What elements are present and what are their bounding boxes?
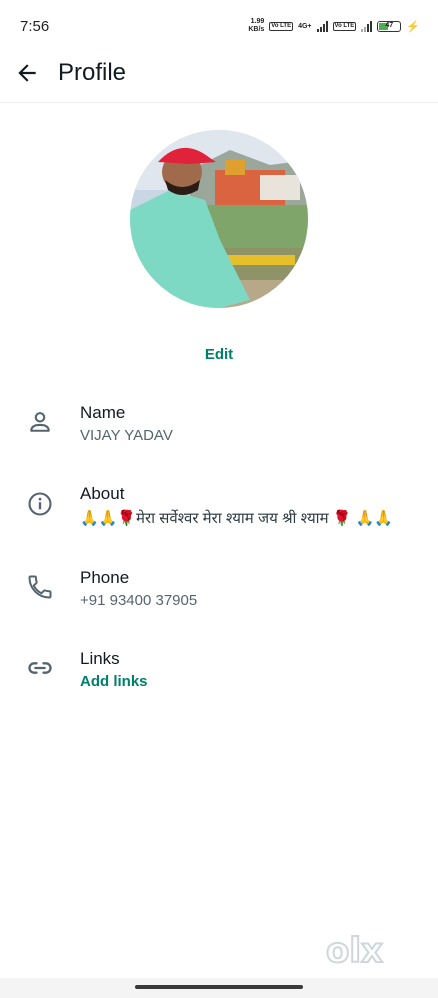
system-nav-bar (0, 978, 438, 998)
links-label: Links (80, 649, 120, 668)
status-bar: 7:56 1.99 KB/s Vo LTE 4G+ Vo LTE 47 ⚡ (0, 0, 438, 50)
name-label: Name (80, 403, 126, 422)
name-value: VIJAY YADAV (80, 427, 173, 444)
about-value: 🙏🙏🌹मेरा सर्वेश्वर मेरा श्याम जय श्री श्य… (80, 510, 393, 527)
about-row[interactable]: About 🙏🙏🌹मेरा सर्वेश्वर मेरा श्याम जय श्… (0, 476, 438, 538)
phone-row[interactable]: Phone +91 93400 37905 (0, 560, 438, 622)
status-time: 7:56 (20, 18, 50, 35)
status-icons: 1.99 KB/s Vo LTE 4G+ Vo LTE 47 ⚡ (248, 18, 420, 34)
home-gesture-handle[interactable] (135, 985, 303, 989)
battery-icon: 47 (377, 20, 402, 32)
signal-icon (316, 20, 328, 32)
phone-label: Phone (80, 568, 130, 587)
signal-icon-2 (361, 20, 373, 32)
volte-badge-2: Vo LTE (332, 21, 357, 31)
add-links-button[interactable]: Add links (80, 673, 148, 690)
person-icon (30, 412, 50, 432)
network-speed: 1.99 KB/s (248, 18, 265, 33)
phone-value: +91 93400 37905 (80, 592, 198, 609)
profile-photo[interactable] (130, 130, 308, 308)
about-label: About (80, 484, 125, 503)
links-row[interactable]: Links Add links (0, 641, 438, 703)
edit-photo-button[interactable]: Edit (0, 346, 438, 363)
charging-icon: ⚡ (406, 20, 420, 33)
olx-watermark: olx (324, 930, 404, 972)
back-arrow-icon[interactable] (14, 60, 40, 86)
info-icon (28, 492, 52, 516)
page-title: Profile (58, 59, 127, 86)
link-icon (28, 662, 52, 674)
phone-icon (28, 575, 52, 599)
svg-text:olx: olx (326, 931, 383, 970)
name-row[interactable]: Name VIJAY YADAV (0, 395, 438, 457)
network-type: 4G+ (298, 22, 312, 30)
volte-badge: Vo LTE (269, 21, 294, 31)
app-header: Profile (0, 50, 438, 103)
